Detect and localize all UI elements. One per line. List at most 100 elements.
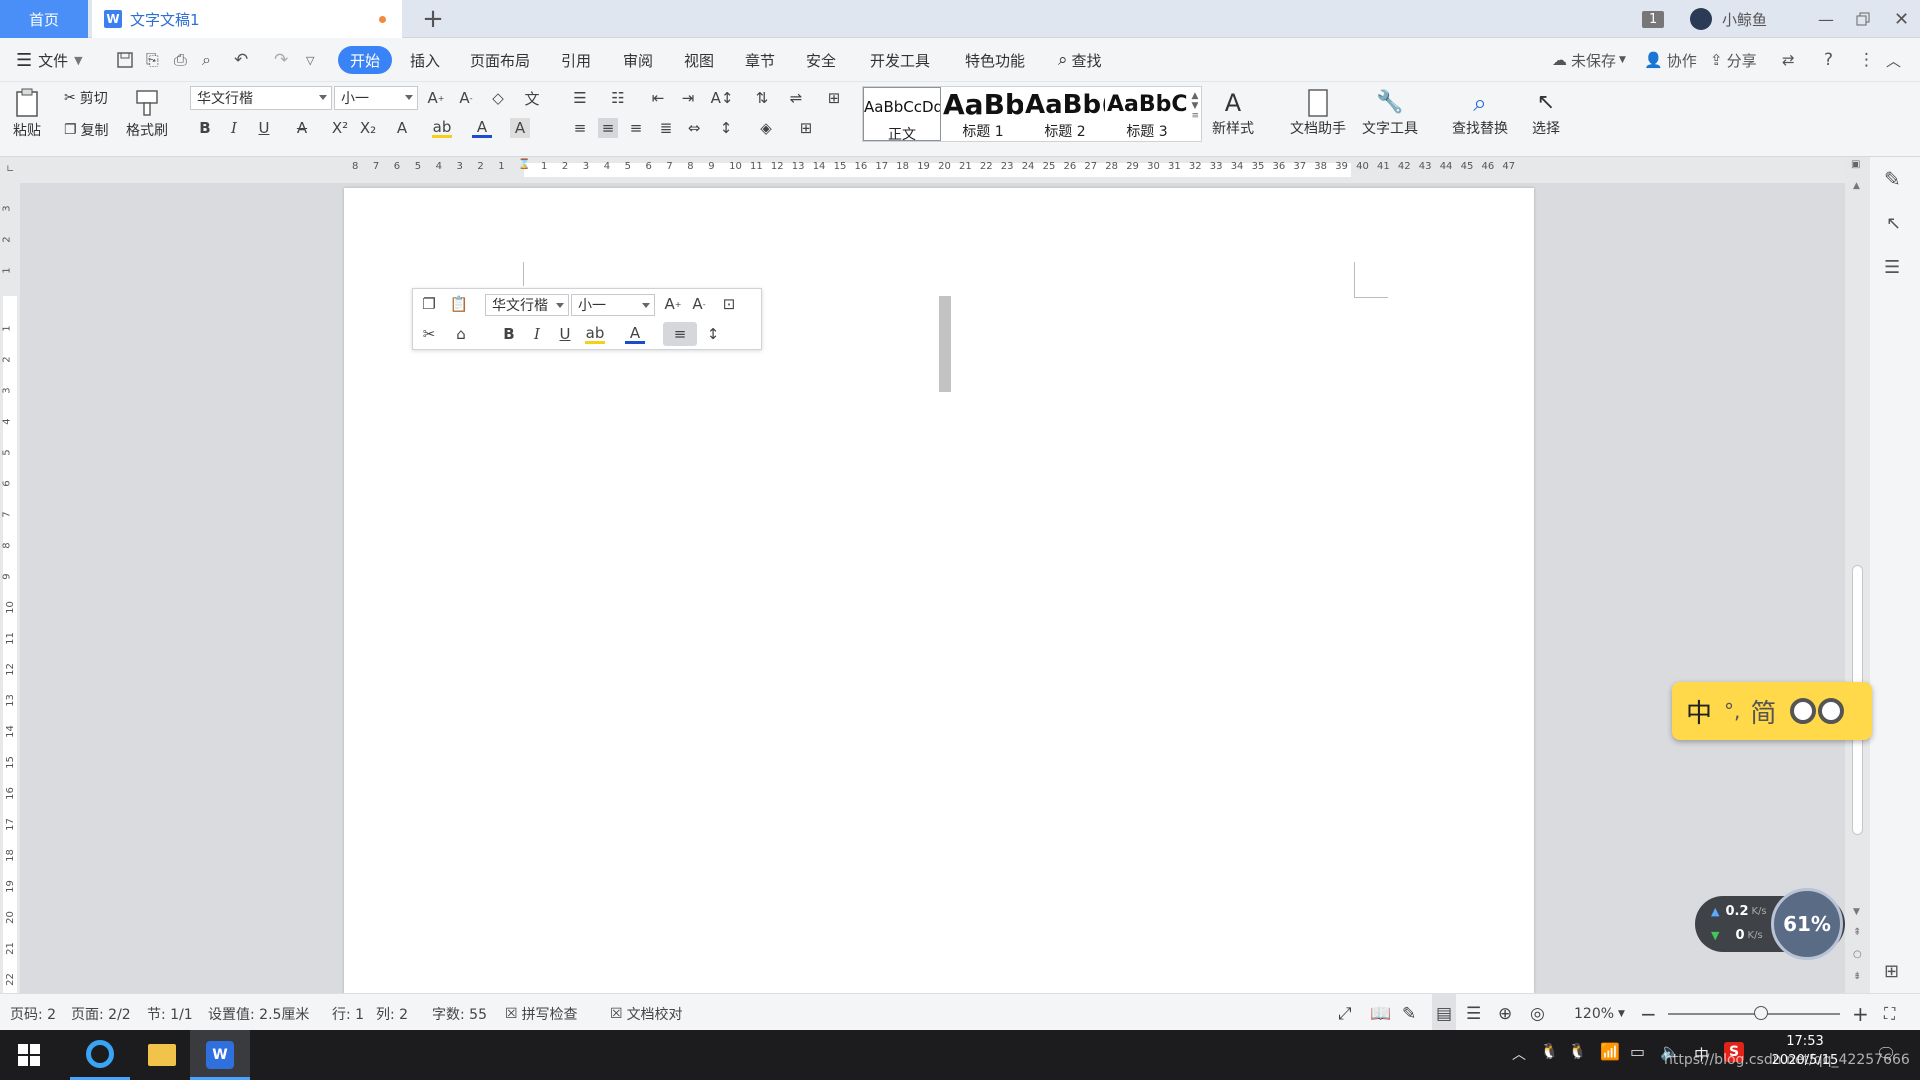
ime-status-bar[interactable]: 中 °, 简 bbox=[1672, 682, 1872, 740]
underline-icon[interactable]: U bbox=[254, 118, 274, 138]
scissors-icon[interactable]: ✂ bbox=[419, 324, 439, 344]
text-tools-button[interactable]: 🔧 文字工具 bbox=[1362, 88, 1418, 138]
doc-proofread-button[interactable]: ☒ 文档校对 bbox=[610, 994, 683, 1034]
scroll-down-icon[interactable]: ▼ bbox=[1853, 907, 1860, 917]
quick-access-more[interactable]: ▽ bbox=[306, 38, 314, 82]
style-heading-2[interactable]: AaBb( 标题 2 bbox=[1025, 87, 1105, 141]
print-preview-button[interactable]: ⌕ bbox=[202, 38, 211, 82]
float-font-name-select[interactable]: 华文行楷 bbox=[485, 294, 569, 316]
network-speed-widget[interactable]: ▲ 0.2 K/s ▼ 0 K/s 61% bbox=[1695, 888, 1845, 960]
taskbar-browser-app[interactable] bbox=[70, 1030, 130, 1080]
align-center-icon[interactable]: ≡ bbox=[663, 322, 697, 346]
zoom-out-button[interactable]: − bbox=[1640, 994, 1657, 1034]
highlight-icon[interactable]: ab bbox=[585, 324, 605, 344]
tab-chapter[interactable]: 章节 bbox=[745, 38, 775, 82]
decrease-indent-icon[interactable]: ⇤ bbox=[648, 88, 668, 108]
grid-apps-icon[interactable]: ⊞ bbox=[1884, 961, 1899, 982]
more-button[interactable]: ⋮ bbox=[1858, 38, 1875, 82]
collaborate-button[interactable]: 👤 协作 bbox=[1644, 38, 1697, 82]
status-section[interactable]: 节: 1/1 bbox=[147, 994, 193, 1034]
format-painter-button[interactable]: 格式刷 bbox=[126, 88, 168, 140]
sort-icon[interactable]: ⇅ bbox=[752, 88, 772, 108]
border-icon[interactable]: ⊞ bbox=[796, 118, 816, 138]
style-heading-3[interactable]: AaBbC 标题 3 bbox=[1107, 87, 1187, 141]
new-style-button[interactable]: A 新样式 bbox=[1212, 88, 1254, 138]
underline-icon[interactable]: U bbox=[555, 324, 575, 344]
tab-stop-selector[interactable]: ∟ bbox=[6, 164, 14, 175]
scroll-up-icon[interactable]: ▲ bbox=[1853, 181, 1860, 191]
tab-review[interactable]: 审阅 bbox=[623, 38, 653, 82]
settings-sliders-icon[interactable]: ☰ bbox=[1884, 257, 1900, 278]
copy-button[interactable]: ❐ 复制 bbox=[64, 120, 109, 140]
fit-window-button[interactable]: ⛶ bbox=[1884, 994, 1895, 1034]
status-pages[interactable]: 页面: 2/2 bbox=[71, 994, 131, 1034]
home-tab[interactable]: 首页 bbox=[0, 0, 88, 38]
grow-font-icon[interactable]: A + bbox=[426, 88, 446, 108]
font-size-select[interactable]: 小一 bbox=[334, 86, 418, 110]
clear-format-icon[interactable]: ◇ bbox=[488, 88, 508, 108]
prev-page-icon[interactable]: ⇞ bbox=[1853, 927, 1861, 938]
notification-center-icon[interactable]: 🗨 bbox=[1876, 1044, 1896, 1063]
reading-mode-button[interactable]: 📖 bbox=[1370, 994, 1391, 1034]
file-menu[interactable]: ☰ 文件 ▼ bbox=[16, 38, 83, 82]
font-color-icon[interactable]: A bbox=[472, 118, 492, 138]
eye-protect-button[interactable]: ◎ bbox=[1530, 994, 1545, 1034]
vertical-scrollbar[interactable]: ▣ ▲ ▼ ⇞ ○ ⇟ bbox=[1845, 157, 1870, 993]
close-button[interactable]: ✕ bbox=[1894, 0, 1909, 38]
wifi-icon[interactable]: 📶 bbox=[1600, 1042, 1620, 1061]
taskbar-explorer-app[interactable] bbox=[132, 1030, 192, 1080]
find-replace-button[interactable]: ⌕ 查找替换 bbox=[1452, 88, 1508, 138]
write-mode-button[interactable]: ✎ bbox=[1402, 994, 1416, 1034]
tab-developer[interactable]: 开发工具 bbox=[870, 38, 930, 82]
style-picker-icon[interactable]: ⊡ bbox=[719, 294, 739, 314]
windows-start-button[interactable] bbox=[18, 1044, 40, 1066]
tray-expand-icon[interactable]: ︿ bbox=[1512, 1044, 1526, 1064]
tab-security[interactable]: 安全 bbox=[806, 38, 836, 82]
cursor-icon[interactable]: ↖ bbox=[1886, 213, 1901, 234]
zoom-select[interactable]: 120% ▼ bbox=[1574, 994, 1625, 1034]
strikethrough-icon[interactable]: A bbox=[292, 118, 312, 138]
numbered-list-icon[interactable]: ☷ bbox=[608, 88, 628, 108]
line-spacing-icon[interactable]: ↕ bbox=[716, 118, 736, 138]
qq-icon[interactable]: 🐧 bbox=[1540, 1042, 1559, 1060]
select-button[interactable]: ↖ 选择 bbox=[1532, 88, 1560, 138]
redo-button[interactable]: ↷ bbox=[274, 38, 288, 82]
select-browse-icon[interactable]: ○ bbox=[1853, 949, 1862, 960]
status-col[interactable]: 列: 2 bbox=[376, 994, 408, 1034]
bold-icon[interactable]: B bbox=[499, 324, 519, 344]
increase-indent-icon[interactable]: ⇥ bbox=[678, 88, 698, 108]
status-page-number[interactable]: 页码: 2 bbox=[10, 994, 56, 1034]
tab-page-layout[interactable]: 页面布局 bbox=[470, 38, 530, 82]
notification-badge[interactable]: 1 bbox=[1642, 0, 1665, 38]
output-pdf-button[interactable]: ⎘ bbox=[146, 38, 159, 82]
tab-view[interactable]: 视图 bbox=[684, 38, 714, 82]
split-view-icon[interactable]: ▣ bbox=[1851, 159, 1860, 170]
highlight-icon[interactable]: ab bbox=[432, 118, 452, 138]
battery-icon[interactable]: ▭ bbox=[1630, 1042, 1645, 1061]
brush-icon[interactable]: ⌂ bbox=[451, 324, 471, 344]
shading-icon[interactable]: ◈ bbox=[756, 118, 776, 138]
sync-button[interactable]: ⇄ bbox=[1782, 38, 1795, 82]
align-right-icon[interactable]: ≡ bbox=[626, 118, 646, 138]
status-word-count[interactable]: 字数: 55 bbox=[432, 994, 487, 1034]
page-view-button[interactable]: ▤ bbox=[1432, 994, 1457, 1034]
copy-icon[interactable]: ❐ bbox=[419, 294, 439, 314]
char-shading-icon[interactable]: A bbox=[510, 118, 530, 138]
show-marks-icon[interactable]: ⊞ bbox=[824, 88, 844, 108]
font-name-select[interactable]: 华文行楷 bbox=[190, 86, 332, 110]
italic-icon[interactable]: I bbox=[224, 118, 244, 138]
tab-special-features[interactable]: 特色功能 bbox=[965, 38, 1025, 82]
document-tab[interactable]: W 文字文稿1 bbox=[92, 0, 402, 38]
zoom-slider[interactable] bbox=[1668, 994, 1840, 1034]
restore-button[interactable] bbox=[1856, 0, 1870, 38]
status-setting[interactable]: 设置值: 2.5厘米 bbox=[208, 994, 309, 1034]
style-normal[interactable]: AaBbCcDd 正文 bbox=[863, 87, 941, 143]
outline-view-button[interactable]: ☰ bbox=[1466, 994, 1481, 1034]
zoom-in-button[interactable]: + bbox=[1852, 994, 1869, 1034]
web-view-button[interactable]: ⊕ bbox=[1498, 994, 1512, 1034]
style-heading-1[interactable]: AaBb 标题 1 bbox=[943, 87, 1023, 141]
line-spacing-alt-icon[interactable]: ⇌ bbox=[786, 88, 806, 108]
align-center-icon[interactable]: ≡ bbox=[598, 118, 618, 138]
taskbar-wps-app[interactable]: W bbox=[190, 1030, 250, 1080]
paste-icon[interactable]: 📋 bbox=[449, 294, 469, 314]
